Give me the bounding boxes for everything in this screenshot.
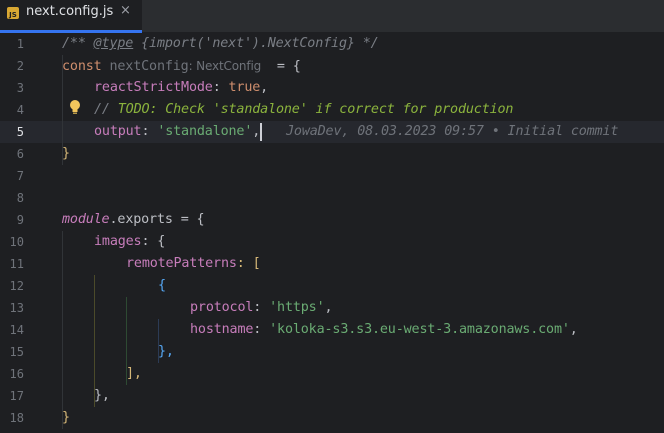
line-number: 11: [9, 257, 24, 271]
colon: :: [253, 322, 270, 337]
code-line-16: ],: [126, 366, 142, 381]
string-value: 'https': [269, 300, 325, 315]
code-line-12: {: [158, 278, 166, 293]
line-number: 6: [16, 147, 24, 161]
js-file-icon: JS: [7, 7, 19, 19]
line-number: 14: [9, 323, 24, 337]
variable-name: nextConfig: [101, 59, 189, 74]
tab-next-config[interactable]: JS next.config.js ×: [0, 0, 142, 33]
comma: ,: [252, 124, 261, 139]
jsdoc-close: */: [354, 36, 379, 51]
code-line-18: }: [62, 410, 70, 425]
jsdoc-type-close: ).NextConfig}: [251, 36, 355, 51]
line-number: 18: [9, 411, 24, 425]
line-number: 17: [9, 389, 24, 403]
property-name: reactStrictMode: [94, 80, 213, 95]
colon: :: [212, 80, 229, 95]
code-line-4: // TODO: Check 'standalone' if correct f…: [94, 99, 513, 121]
code-line-3: reactStrictMode: true,: [94, 77, 268, 99]
line-number: 8: [16, 191, 24, 205]
property-name: output: [94, 124, 142, 139]
text-caret: [260, 123, 262, 141]
line-number: 7: [16, 169, 24, 183]
code-editor[interactable]: 1 2 3 4 5 6 7 8 9 10 11 12 13 14 15 16 1…: [0, 33, 664, 433]
string-value: 'koloka-s3.s3.eu-west-3.amazonaws.com': [269, 322, 570, 337]
code-line-17: },: [94, 388, 110, 403]
assignment: = {: [172, 212, 205, 227]
colon: :: [141, 124, 158, 139]
editor-tab-bar: JS next.config.js ×: [0, 0, 664, 33]
object-open: : {: [141, 234, 166, 249]
property-name: images: [94, 234, 142, 249]
comma: ,: [260, 80, 269, 95]
close-icon[interactable]: ×: [120, 3, 131, 18]
property-name: protocol: [190, 300, 254, 315]
comment-slashes: //: [94, 102, 118, 117]
code-line-10: images: {: [94, 231, 165, 253]
array-open: : [: [236, 256, 261, 271]
code-line-9: module.exports = {: [62, 209, 205, 231]
code-line-2: const nextConfig: NextConfig = {: [62, 55, 301, 77]
line-number: 9: [16, 213, 24, 227]
keyword-const: const: [62, 59, 102, 74]
colon: :: [253, 300, 270, 315]
string-value: 'standalone': [157, 124, 253, 139]
code-line-6: }: [62, 146, 70, 161]
code-line-13: protocol: 'https',: [190, 297, 333, 319]
code-line-1: /** @type {import('next').NextConfig} */: [62, 33, 379, 55]
line-number: 2: [16, 59, 24, 73]
lightbulb-icon[interactable]: [69, 99, 81, 115]
line-number: 16: [9, 367, 24, 381]
todo-comment: TODO: Check 'standalone' if correct for …: [117, 102, 514, 117]
property-name: remotePatterns: [126, 256, 237, 271]
code-line-5: output: 'standalone',: [94, 121, 260, 143]
jsdoc-tag: @type: [93, 36, 134, 51]
type-hint: : NextConfig: [188, 59, 262, 73]
property-name: hostname: [190, 322, 254, 337]
indent-guide: [62, 231, 63, 429]
jsdoc-type-open: {import(: [133, 36, 205, 51]
exports-identifier: exports: [117, 212, 173, 227]
line-number: 1: [16, 37, 24, 51]
code-line-14: hostname: 'koloka-s3.s3.eu-west-3.amazon…: [190, 319, 578, 341]
inline-blame-annotation[interactable]: JowaDev, 08.03.2023 09:57 • Initial comm…: [286, 121, 618, 143]
line-number-gutter: 1 2 3 4 5 6 7 8 9 10 11 12 13 14 15 16 1…: [0, 33, 40, 433]
jsdoc-type-string: 'next': [204, 36, 252, 51]
line-number: 15: [9, 345, 24, 359]
line-number: 13: [9, 301, 24, 315]
comma: ,: [324, 300, 333, 315]
jsdoc-open: /**: [62, 36, 94, 51]
line-number: 10: [9, 235, 24, 249]
code-line-11: remotePatterns: [: [126, 253, 261, 275]
tab-label: next.config.js: [26, 4, 114, 19]
code-line-15: },: [158, 344, 174, 359]
boolean-value: true: [228, 80, 261, 95]
module-identifier: module: [62, 212, 110, 227]
line-number: 12: [9, 279, 24, 293]
assignment: = {: [261, 59, 301, 74]
line-number-current: 5: [16, 125, 24, 139]
line-number: 3: [16, 81, 24, 95]
comma: ,: [569, 322, 578, 337]
line-number: 4: [16, 103, 24, 117]
